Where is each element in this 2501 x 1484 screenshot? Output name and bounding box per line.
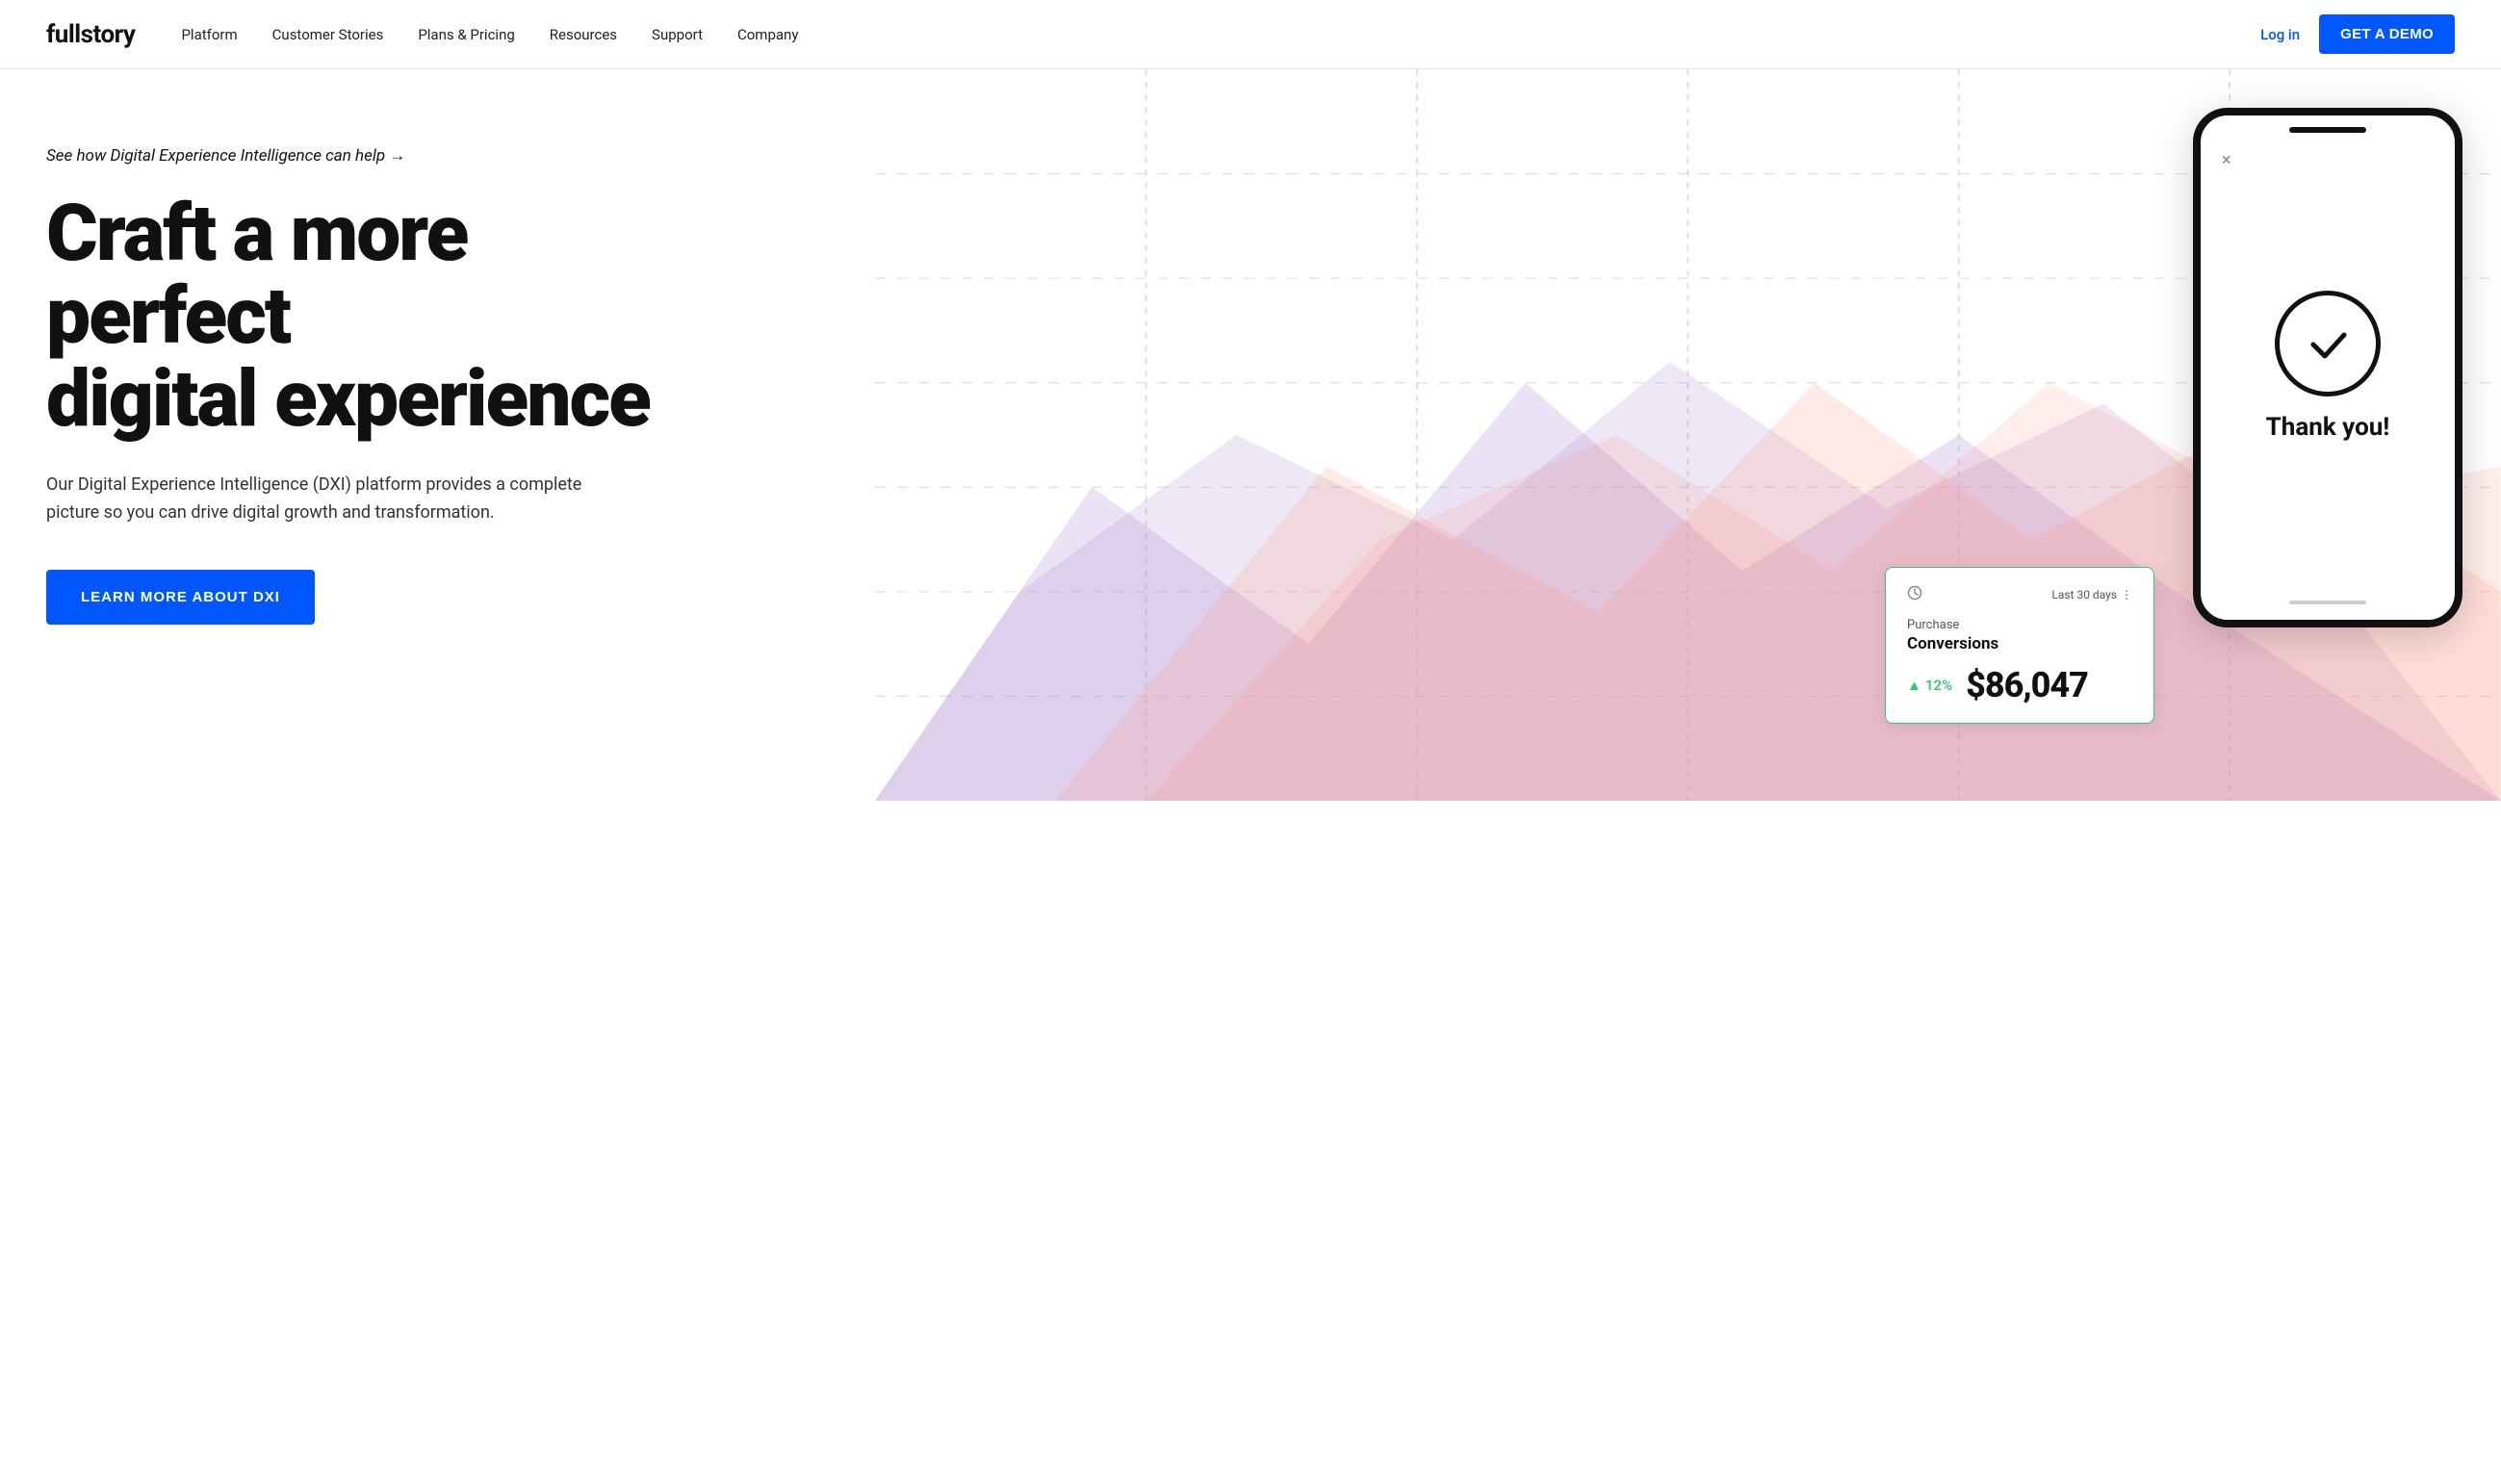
metric-change: ▲ 12% <box>1907 677 1952 694</box>
phone-home-bar <box>2289 601 2366 604</box>
hero-subtext: Our Digital Experience Intelligence (DXI… <box>46 472 605 527</box>
navbar: fullstory Platform Customer Stories Plan… <box>0 0 2501 69</box>
up-arrow-icon: ▲ <box>1907 677 1921 694</box>
nav-link-company[interactable]: Company <box>737 26 798 43</box>
hero-cta-button[interactable]: LEARN MORE ABOUT DXI <box>46 570 315 625</box>
hero-headline: Craft a more perfect digital experience <box>46 192 720 441</box>
get-demo-button[interactable]: GET A DEMO <box>2319 14 2455 54</box>
card-metric: ▲ 12% $86,047 <box>1907 665 2132 705</box>
period-text: Last 30 days <box>2051 588 2117 601</box>
login-link[interactable]: Log in <box>2260 26 2300 43</box>
hero-tagline[interactable]: See how Digital Experience Intelligence … <box>46 146 720 166</box>
hero-headline-line2: digital experience <box>46 353 650 446</box>
hero-section: See how Digital Experience Intelligence … <box>0 69 2501 801</box>
change-percent: 12% <box>1925 677 1952 694</box>
nav-actions: Log in GET A DEMO <box>2260 14 2455 54</box>
metric-label: Purchase <box>1907 618 2132 632</box>
phone-mockup: × Thank you! <box>2193 108 2462 627</box>
nav-link-customer-stories[interactable]: Customer Stories <box>272 26 384 43</box>
hero-headline-line1: Craft a more perfect <box>46 188 467 363</box>
nav-link-platform[interactable]: Platform <box>181 26 237 43</box>
nav-links: Platform Customer Stories Plans & Pricin… <box>181 26 2260 43</box>
checkmark-circle <box>2275 291 2381 397</box>
card-period-label: Last 30 days ⋮ <box>2051 588 2132 601</box>
card-header-left <box>1907 585 1922 604</box>
checkmark-icon <box>2302 318 2355 371</box>
nav-link-support[interactable]: Support <box>652 26 703 43</box>
close-icon[interactable]: × <box>2222 150 2231 170</box>
logo[interactable]: fullstory <box>46 20 135 49</box>
metric-title: Conversions <box>1907 634 2132 653</box>
clock-icon <box>1907 585 1922 604</box>
hero-content: See how Digital Experience Intelligence … <box>46 146 720 625</box>
nav-link-resources[interactable]: Resources <box>550 26 617 43</box>
phone-notch <box>2289 127 2366 133</box>
phone-content: Thank you! <box>2247 291 2410 445</box>
conversion-card: Last 30 days ⋮ Purchase Conversions ▲ 12… <box>1885 567 2154 724</box>
more-icon[interactable]: ⋮ <box>2121 588 2132 601</box>
phone-thank-you-text: Thank you! <box>2266 412 2390 445</box>
nav-link-plans-pricing[interactable]: Plans & Pricing <box>418 26 514 43</box>
card-header: Last 30 days ⋮ <box>1907 585 2132 604</box>
metric-value: $86,047 <box>1966 665 2088 705</box>
